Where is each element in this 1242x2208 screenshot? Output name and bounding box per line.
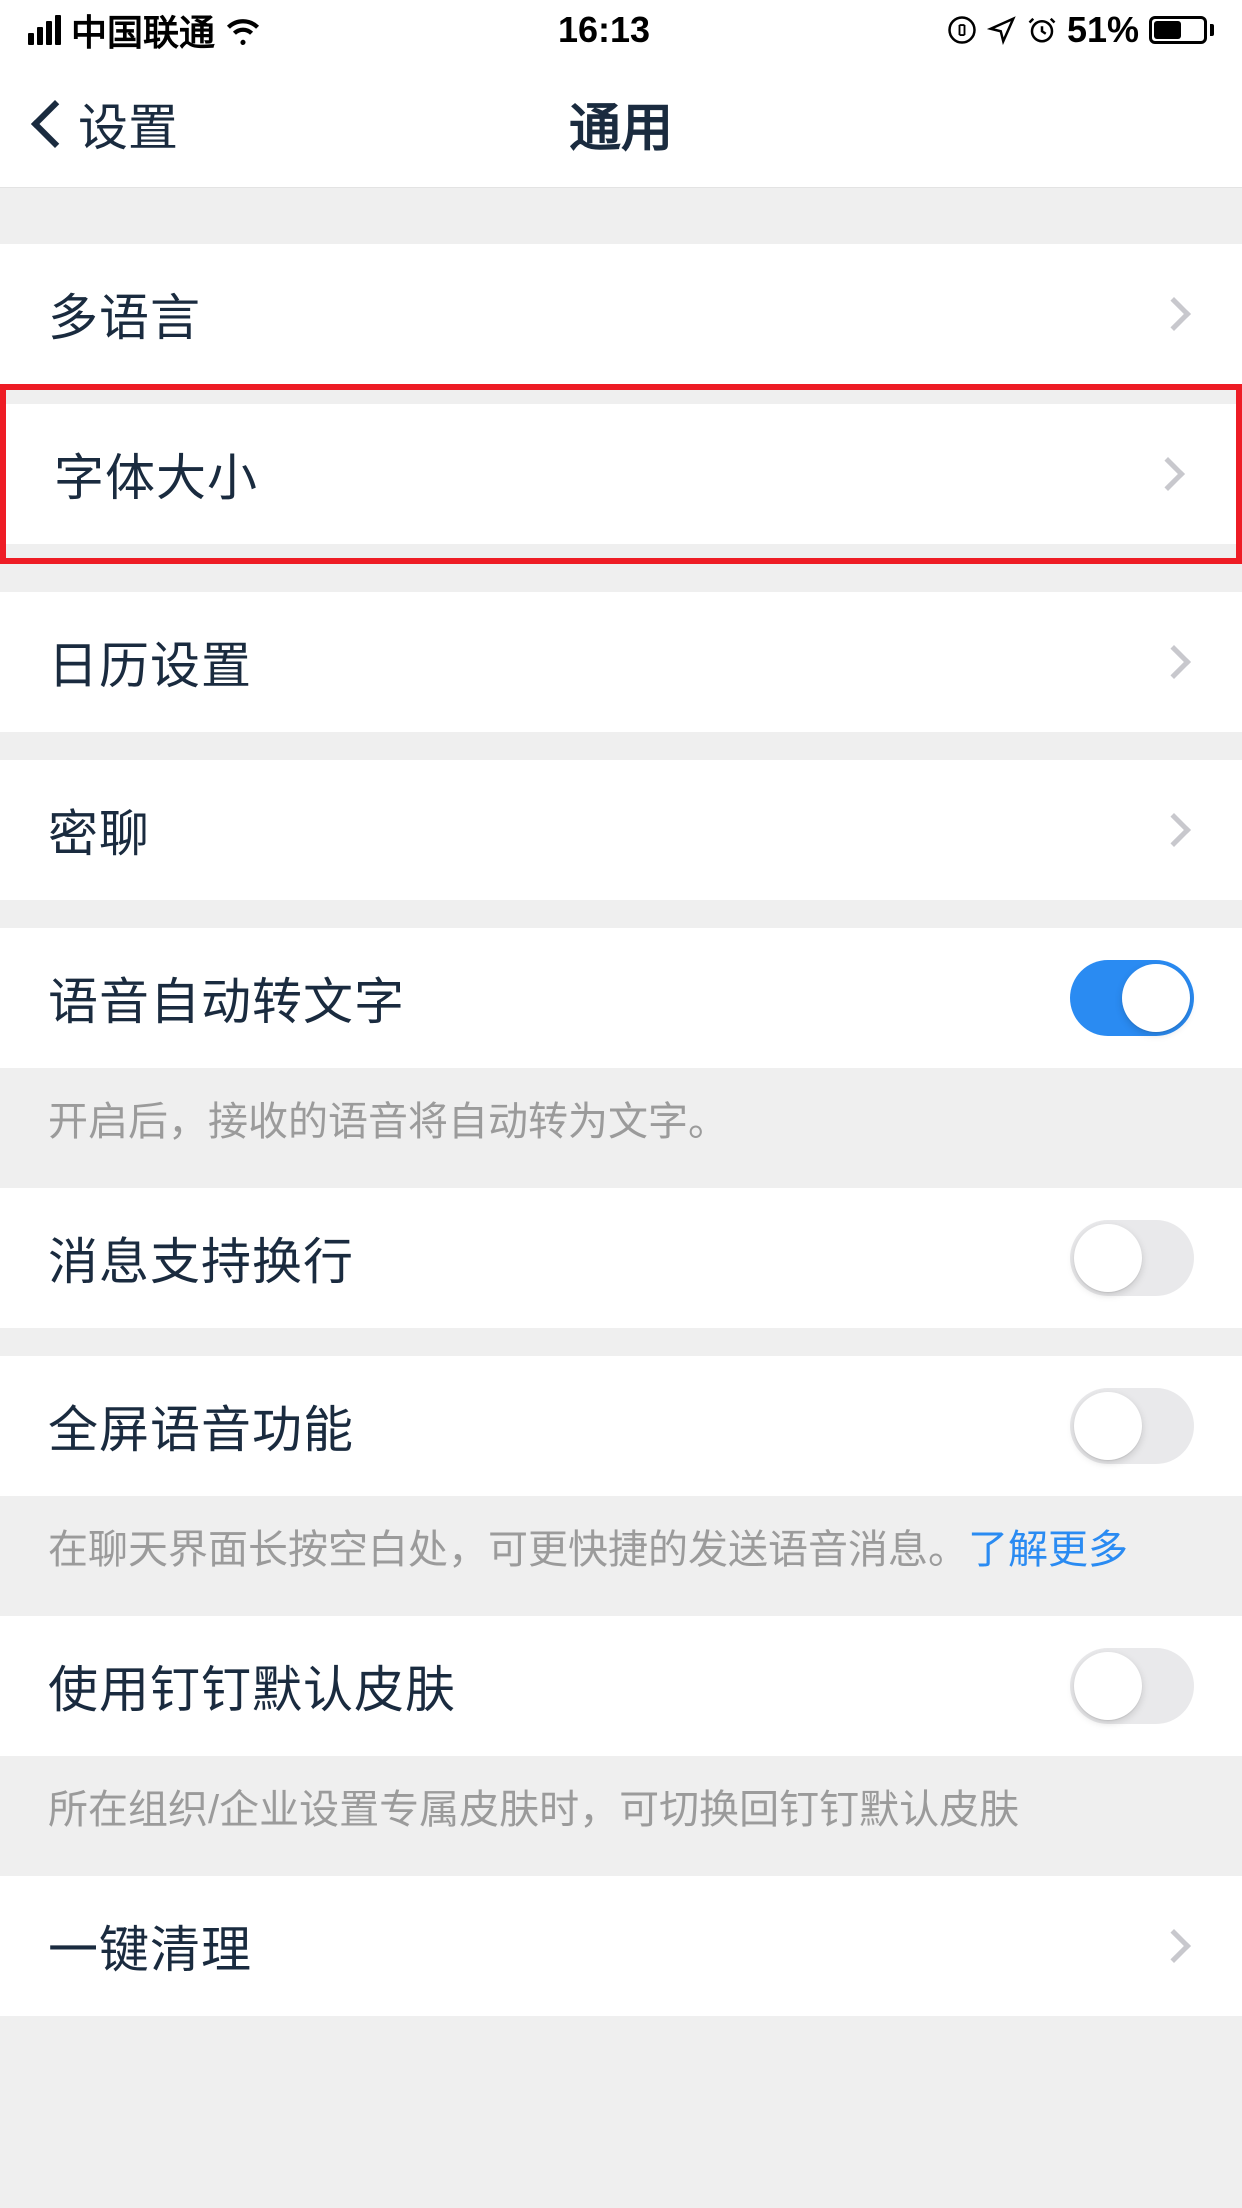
- row-multiline-msg: 消息支持换行: [0, 1188, 1242, 1328]
- nav-bar: 设置 通用: [0, 60, 1242, 188]
- toggle-voice-to-text[interactable]: [1070, 960, 1194, 1036]
- back-button[interactable]: 设置: [0, 88, 178, 160]
- row-calendar[interactable]: 日历设置: [0, 592, 1242, 732]
- carrier-label: 中国联通: [71, 4, 215, 56]
- row-secret-chat[interactable]: 密聊: [0, 760, 1242, 900]
- row-default-skin: 使用钉钉默认皮肤: [0, 1616, 1242, 1756]
- chevron-right-icon: [1157, 645, 1191, 679]
- wifi-icon: [225, 12, 261, 48]
- desc-fullscreen-voice: 在聊天界面长按空白处，可更快捷的发送语音消息。了解更多: [0, 1496, 1242, 1616]
- chevron-right-icon: [1157, 1929, 1191, 1963]
- row-label-default-skin: 使用钉钉默认皮肤: [48, 1650, 456, 1722]
- row-label-calendar: 日历设置: [48, 626, 252, 698]
- battery-icon: [1149, 16, 1214, 44]
- status-bar: 中国联通 16:13 51%: [0, 0, 1242, 60]
- location-icon: [987, 15, 1017, 45]
- alarm-icon: [1027, 15, 1057, 45]
- row-label-fullscreen-voice: 全屏语音功能: [48, 1390, 354, 1462]
- row-label-language: 多语言: [48, 278, 201, 350]
- chevron-right-icon: [1151, 457, 1185, 491]
- toggle-default-skin[interactable]: [1070, 1648, 1194, 1724]
- page-title: 通用: [569, 86, 673, 161]
- status-left: 中国联通: [28, 4, 261, 56]
- desc-voice-to-text: 开启后，接收的语音将自动转为文字。: [0, 1068, 1242, 1188]
- row-fullscreen-voice: 全屏语音功能: [0, 1356, 1242, 1496]
- desc-default-skin: 所在组织/企业设置专属皮肤时，可切换回钉钉默认皮肤: [0, 1756, 1242, 1876]
- toggle-fullscreen-voice[interactable]: [1070, 1388, 1194, 1464]
- toggle-multiline-msg[interactable]: [1070, 1220, 1194, 1296]
- row-label-secret-chat: 密聊: [48, 794, 150, 866]
- row-cleanup[interactable]: 一键清理: [0, 1876, 1242, 2016]
- highlight-font-size: 字体大小: [0, 384, 1242, 564]
- row-label-cleanup: 一键清理: [48, 1910, 252, 1982]
- chevron-left-icon: [31, 99, 79, 147]
- status-time: 16:13: [558, 9, 650, 51]
- chevron-right-icon: [1157, 813, 1191, 847]
- signal-icon: [28, 15, 61, 45]
- row-language[interactable]: 多语言: [0, 244, 1242, 384]
- desc-fullscreen-voice-text: 在聊天界面长按空白处，可更快捷的发送语音消息。: [48, 1528, 968, 1572]
- row-font-size[interactable]: 字体大小: [6, 404, 1236, 544]
- status-right: 51%: [947, 9, 1214, 51]
- back-label: 设置: [78, 88, 178, 160]
- row-label-font-size: 字体大小: [54, 438, 258, 510]
- row-label-voice-to-text: 语音自动转文字: [48, 962, 405, 1034]
- link-learn-more[interactable]: 了解更多: [968, 1528, 1128, 1572]
- row-voice-to-text: 语音自动转文字: [0, 928, 1242, 1068]
- row-label-multiline-msg: 消息支持换行: [48, 1222, 354, 1294]
- battery-percent: 51%: [1067, 9, 1139, 51]
- chevron-right-icon: [1157, 297, 1191, 331]
- orientation-lock-icon: [947, 15, 977, 45]
